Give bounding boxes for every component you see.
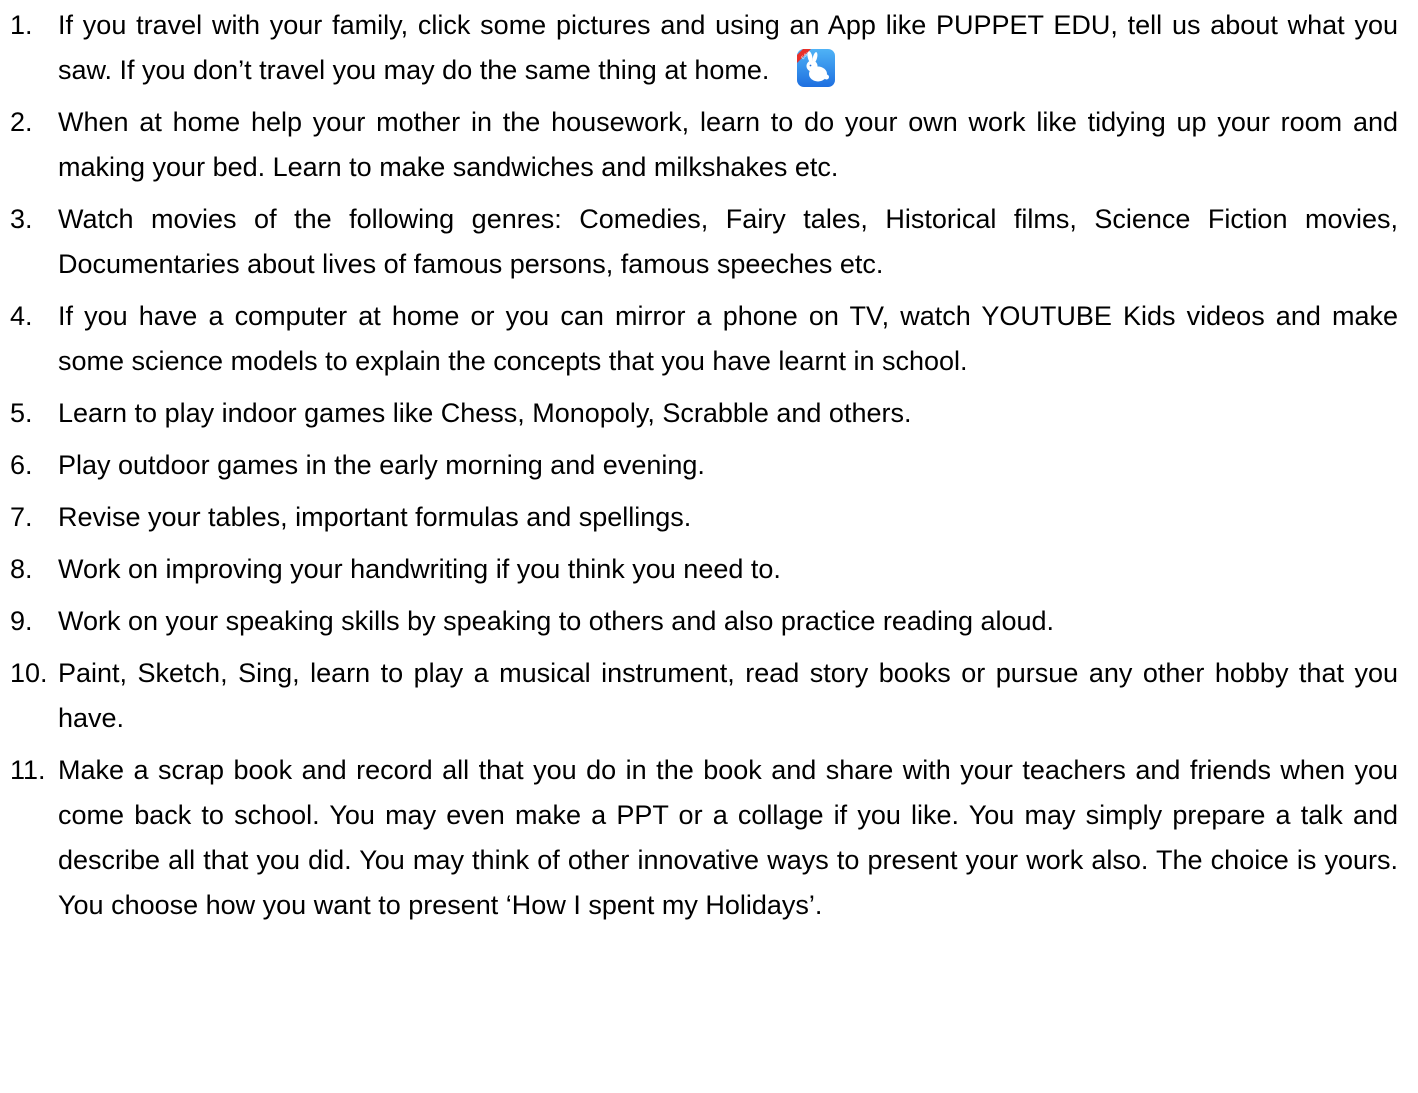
list-item-number: 8.: [10, 554, 33, 584]
list-item-number: 6.: [10, 450, 33, 480]
list-item-text: When at home help your mother in the hou…: [58, 107, 1398, 182]
list-item-number: 3.: [10, 204, 33, 234]
list-item-text: If you have a computer at home or you ca…: [58, 301, 1398, 376]
list-item-text: Watch movies of the following genres: Co…: [58, 204, 1398, 279]
list-item: 11. Make a scrap book and record all tha…: [0, 748, 1418, 928]
list-item: 2. When at home help your mother in the …: [0, 100, 1418, 190]
list-item-number: 1.: [10, 10, 33, 40]
list-item: 6. Play outdoor games in the early morni…: [0, 443, 1418, 488]
list-item: 9. Work on your speaking skills by speak…: [0, 599, 1418, 644]
list-item: 7. Revise your tables, important formula…: [0, 495, 1418, 540]
list-item-text: Play outdoor games in the early morning …: [58, 450, 705, 480]
list-item-number: 2.: [10, 107, 33, 137]
list-item: 5. Learn to play indoor games like Chess…: [0, 391, 1418, 436]
list-item-number: 9.: [10, 606, 33, 636]
list-item: 8. Work on improving your handwriting if…: [0, 547, 1418, 592]
list-item-text: Paint, Sketch, Sing, learn to play a mus…: [58, 658, 1398, 733]
list-item: 3. Watch movies of the following genres:…: [0, 197, 1418, 287]
document-page: 1. If you travel with your family, click…: [0, 0, 1418, 1093]
list-item-text: If you travel with your family, click so…: [58, 10, 1398, 85]
list-item-text: Revise your tables, important formulas a…: [58, 502, 692, 532]
list-item-number: 5.: [10, 398, 33, 428]
list-item-text: Work on your speaking skills by speaking…: [58, 606, 1055, 636]
list-item-number: 7.: [10, 502, 33, 532]
list-item: 10. Paint, Sketch, Sing, learn to play a…: [0, 651, 1418, 741]
list-item-text: Learn to play indoor games like Chess, M…: [58, 398, 912, 428]
list-item-text: Make a scrap book and record all that yo…: [58, 755, 1398, 920]
list-item: 4. If you have a computer at home or you…: [0, 294, 1418, 384]
list-item-number: 10.: [10, 658, 48, 688]
list-item-text: Work on improving your handwriting if yo…: [58, 554, 781, 584]
list-item: 1. If you travel with your family, click…: [0, 3, 1418, 93]
list-item-number: 4.: [10, 301, 33, 331]
activity-list: 1. If you travel with your family, click…: [0, 3, 1418, 935]
list-item-number: 11.: [10, 755, 46, 785]
rabbit-app-icon: Edu: [797, 48, 836, 87]
